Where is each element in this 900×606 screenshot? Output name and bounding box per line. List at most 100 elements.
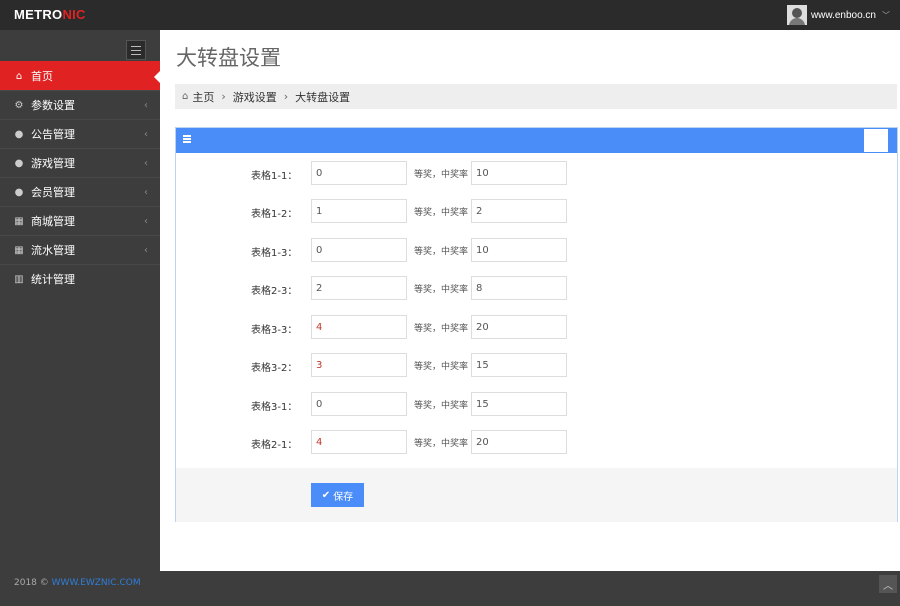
brand-logo[interactable]: METRONIC xyxy=(14,7,86,22)
breadcrumb-current: 大转盘设置 xyxy=(295,90,351,104)
prize-input[interactable] xyxy=(311,238,407,262)
rate-input[interactable] xyxy=(471,430,567,454)
cogs-icon: ⚙ xyxy=(14,99,24,111)
prize-rate-label: 等奖，中奖率 xyxy=(414,324,469,334)
breadcrumb-home-link[interactable]: 主页 xyxy=(192,89,214,105)
sidebar-item-label: 参数设置 xyxy=(31,99,75,112)
sidebar-item-announcements[interactable]: ● 公告管理 ‹ xyxy=(0,119,160,148)
breadcrumb: ⌂ 主页 › 游戏设置 › 大转盘设置 xyxy=(175,84,897,109)
form-row: 表格2-3： 等奖，中奖率 xyxy=(176,276,897,300)
form-panel: 表格1-1： 等奖，中奖率 表格1-2： 等奖，中奖率 表格1-3： 等奖，中奖… xyxy=(175,127,898,522)
prize-input[interactable] xyxy=(311,315,407,339)
sidebar-item-statistics[interactable]: ▥ 统计管理 xyxy=(0,264,160,293)
rate-input[interactable] xyxy=(471,315,567,339)
chevron-left-icon: ‹ xyxy=(144,186,148,198)
prize-rate-label: 等奖，中奖率 xyxy=(414,362,469,372)
sidebar-item-label: 首页 xyxy=(31,70,53,83)
prize-input[interactable] xyxy=(311,353,407,377)
avatar xyxy=(786,5,807,25)
prize-rate-label: 等奖，中奖率 xyxy=(414,285,469,295)
sidebar-item-label: 公告管理 xyxy=(31,128,75,141)
prize-rate-label: 等奖，中奖率 xyxy=(414,439,469,449)
row-label: 表格3-3： xyxy=(251,325,298,336)
sidebar-item-members[interactable]: ● 会员管理 ‹ xyxy=(0,177,160,206)
chevron-right-icon: › xyxy=(283,90,289,103)
menu-lines-icon xyxy=(183,135,191,143)
sidebar-menu: ⌂ 首页 ⚙ 参数设置 ‹ ● 公告管理 ‹ ● 游戏管理 ‹ ● 会员管理 ‹… xyxy=(0,61,161,293)
footer-link[interactable]: WWW.EWZNIC.COM xyxy=(52,578,141,588)
user-menu[interactable]: www.enboo.cn ﹀ xyxy=(786,4,890,26)
sidebar-item-transactions[interactable]: ▦ 流水管理 ‹ xyxy=(0,235,160,264)
scroll-to-top-button[interactable]: ︿ xyxy=(879,575,897,593)
copyright: 2018 © WWW.EWZNIC.COM xyxy=(14,578,141,588)
copyright-year: 2018 © xyxy=(14,578,52,588)
chevron-left-icon: ‹ xyxy=(144,99,148,111)
chevron-left-icon: ‹ xyxy=(144,128,148,140)
rate-input[interactable] xyxy=(471,392,567,416)
table-icon: ▦ xyxy=(14,244,24,256)
sidebar-item-games[interactable]: ● 游戏管理 ‹ xyxy=(0,148,160,177)
chevron-left-icon: ‹ xyxy=(144,215,148,227)
form-actions: ✔ 保存 xyxy=(176,468,897,522)
rate-input[interactable] xyxy=(471,353,567,377)
prize-rate-label: 等奖，中奖率 xyxy=(414,401,469,411)
chevron-left-icon: ‹ xyxy=(144,157,148,169)
chevron-right-icon: › xyxy=(221,90,226,103)
row-label: 表格3-1： xyxy=(251,402,298,413)
form-row: 表格1-1： 等奖，中奖率 xyxy=(176,161,897,185)
row-label: 表格3-2： xyxy=(251,363,298,374)
sidebar-item-label: 统计管理 xyxy=(31,273,75,286)
row-label: 表格1-2： xyxy=(251,209,298,220)
chevron-left-icon: ‹ xyxy=(144,244,148,256)
user-icon: ● xyxy=(14,157,24,169)
user-icon: ● xyxy=(14,128,24,140)
form-row: 表格3-3： 等奖，中奖率 xyxy=(176,315,897,339)
form-row: 表格3-2： 等奖，中奖率 xyxy=(176,353,897,377)
prize-input[interactable] xyxy=(311,199,407,223)
row-label: 表格2-1： xyxy=(251,440,298,451)
sidebar-item-label: 流水管理 xyxy=(31,244,75,257)
panel-header xyxy=(176,128,897,153)
sidebar-item-label: 商城管理 xyxy=(31,215,75,228)
prize-rate-label: 等奖，中奖率 xyxy=(414,170,469,180)
sidebar-toggle-button[interactable] xyxy=(126,40,146,60)
prize-rate-label: 等奖，中奖率 xyxy=(414,247,469,257)
prize-input[interactable] xyxy=(311,430,407,454)
row-label: 表格1-3： xyxy=(251,248,298,259)
rate-input[interactable] xyxy=(471,161,567,185)
rate-input[interactable] xyxy=(471,199,567,223)
sidebar-item-shop[interactable]: ▦ 商城管理 ‹ xyxy=(0,206,160,235)
form-row: 表格1-2： 等奖，中奖率 xyxy=(176,199,897,223)
chevron-down-icon: ﹀ xyxy=(882,10,890,20)
check-icon: ✔ xyxy=(321,489,331,501)
row-label: 表格2-3： xyxy=(251,286,298,297)
prize-input[interactable] xyxy=(311,276,407,300)
sidebar-item-label: 会员管理 xyxy=(31,186,75,199)
rate-input[interactable] xyxy=(471,276,567,300)
user-icon: ● xyxy=(14,186,24,198)
home-icon: ⌂ xyxy=(182,91,189,102)
logo-accent-text: NIC xyxy=(62,7,86,22)
prize-input[interactable] xyxy=(311,392,407,416)
home-icon: ⌂ xyxy=(15,70,23,82)
sidebar-item-home[interactable]: ⌂ 首页 xyxy=(0,61,161,90)
footer: 2018 © WWW.EWZNIC.COM ︿ xyxy=(0,571,900,606)
form-row: 表格3-1： 等奖，中奖率 xyxy=(176,392,897,416)
page-title: 大转盘设置 xyxy=(176,46,281,70)
save-button[interactable]: ✔ 保存 xyxy=(311,483,364,507)
logo-main-text: METRO xyxy=(14,7,63,22)
bar-chart-icon: ▥ xyxy=(14,273,24,285)
table-icon: ▦ xyxy=(14,215,24,227)
top-bar: METRONIC www.enboo.cn ﹀ xyxy=(0,0,900,30)
rate-input[interactable] xyxy=(471,238,567,262)
prize-input[interactable] xyxy=(311,161,407,185)
row-label: 表格1-1： xyxy=(251,171,298,182)
prize-rate-label: 等奖，中奖率 xyxy=(414,208,469,218)
username: www.enboo.cn xyxy=(810,9,876,21)
form-row: 表格1-3： 等奖，中奖率 xyxy=(176,238,897,262)
breadcrumb-game-settings-link[interactable]: 游戏设置 xyxy=(233,89,277,105)
sidebar-item-settings[interactable]: ⚙ 参数设置 ‹ xyxy=(0,90,160,119)
sidebar-item-label: 游戏管理 xyxy=(31,157,75,170)
panel-tool-button[interactable] xyxy=(864,129,888,152)
form-row: 表格2-1： 等奖，中奖率 xyxy=(176,430,897,454)
